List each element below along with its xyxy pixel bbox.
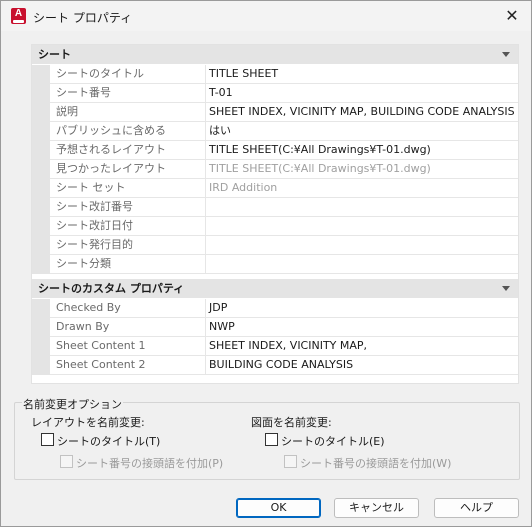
property-name: 見つかったレイアウト bbox=[50, 160, 206, 178]
property-value[interactable]: SHEET INDEX, VICINITY MAP, BUILDING CODE… bbox=[207, 103, 517, 121]
property-value[interactable] bbox=[207, 236, 517, 254]
property-row[interactable]: シート分類 bbox=[32, 255, 518, 274]
property-value[interactable]: TITLE SHEET(C:¥All Drawings¥T-01.dwg) bbox=[207, 160, 517, 178]
row-gutter bbox=[32, 122, 50, 141]
row-gutter bbox=[32, 198, 50, 217]
property-name: シート番号 bbox=[50, 84, 206, 102]
row-gutter bbox=[32, 160, 50, 179]
property-name: Sheet Content 2 bbox=[50, 356, 206, 374]
property-row[interactable]: 見つかったレイアウト TITLE SHEET(C:¥All Drawings¥T-… bbox=[32, 160, 518, 179]
property-name: シート セット bbox=[50, 179, 206, 197]
property-name: 説明 bbox=[50, 103, 206, 121]
property-value[interactable]: T-01 bbox=[207, 84, 517, 102]
layout-title-checkbox[interactable] bbox=[41, 433, 54, 446]
row-gutter bbox=[32, 236, 50, 255]
title-bar: A シート プロパティ ✕ bbox=[1, 1, 531, 31]
row-gutter bbox=[32, 217, 50, 236]
property-value[interactable]: IRD Addition bbox=[207, 179, 517, 197]
property-name: Checked By bbox=[50, 299, 206, 317]
drawing-prefix-checkbox-label[interactable]: シート番号の接頭語を付加(W) bbox=[300, 455, 451, 471]
property-value[interactable]: TITLE SHEET bbox=[207, 65, 517, 83]
property-value[interactable]: TITLE SHEET(C:¥All Drawings¥T-01.dwg) bbox=[207, 141, 517, 159]
ok-button[interactable]: OK bbox=[236, 498, 321, 518]
row-gutter bbox=[32, 103, 50, 122]
property-name: 予想されるレイアウト bbox=[50, 141, 206, 159]
layout-prefix-checkbox[interactable] bbox=[60, 455, 73, 468]
layout-prefix-checkbox-label[interactable]: シート番号の接頭語を付加(P) bbox=[76, 455, 223, 471]
property-value[interactable] bbox=[207, 198, 517, 216]
property-name: シートのタイトル bbox=[50, 65, 206, 83]
property-row[interactable]: 予想されるレイアウト TITLE SHEET(C:¥All Drawings¥T-… bbox=[32, 141, 518, 160]
drawing-prefix-checkbox[interactable] bbox=[284, 455, 297, 468]
row-gutter bbox=[32, 337, 50, 356]
row-gutter bbox=[32, 299, 50, 318]
property-value[interactable]: SHEET INDEX, VICINITY MAP, bbox=[207, 337, 517, 355]
property-value[interactable]: JDP bbox=[207, 299, 517, 317]
property-value[interactable]: はい bbox=[207, 122, 517, 140]
property-name: シート改訂日付 bbox=[50, 217, 206, 235]
property-row[interactable]: シート セット IRD Addition bbox=[32, 179, 518, 198]
property-row[interactable]: シート番号 T-01 bbox=[32, 84, 518, 103]
property-value[interactable] bbox=[207, 217, 517, 235]
cancel-button[interactable]: キャンセル bbox=[334, 498, 419, 518]
property-grid: シート シートのタイトル TITLE SHEET シート番号 T-01 説明 SHEET I… bbox=[31, 44, 519, 384]
drawing-title-checkbox[interactable] bbox=[265, 433, 278, 446]
layout-title-checkbox-label[interactable]: シートのタイトル(T) bbox=[57, 433, 160, 449]
row-gutter bbox=[32, 255, 50, 274]
property-row[interactable]: 説明 SHEET INDEX, VICINITY MAP, BUILDING CO… bbox=[32, 103, 518, 122]
property-name: シート分類 bbox=[50, 255, 206, 273]
rename-options-legend: 名前変更オプション bbox=[22, 396, 123, 412]
property-row[interactable]: シート改訂日付 bbox=[32, 217, 518, 236]
row-gutter bbox=[32, 356, 50, 375]
row-gutter bbox=[32, 318, 50, 337]
category-header[interactable]: シート bbox=[32, 45, 518, 64]
drawing-title-checkbox-label[interactable]: シートのタイトル(E) bbox=[281, 433, 385, 449]
layout-rename-heading: レイアウトを名前変更: bbox=[31, 416, 145, 429]
help-button[interactable]: ヘルプ bbox=[434, 498, 519, 518]
property-value[interactable] bbox=[207, 255, 517, 273]
row-gutter bbox=[32, 65, 50, 84]
autocad-a-icon: A bbox=[11, 8, 26, 24]
collapse-triangle-icon[interactable] bbox=[502, 286, 510, 291]
close-icon[interactable]: ✕ bbox=[501, 5, 523, 27]
property-row[interactable]: Sheet Content 1 SHEET INDEX, VICINITY MAP… bbox=[32, 337, 518, 356]
sheet-properties-dialog: A シート プロパティ ✕ シート シートのタイトル TITLE SHEET シート番… bbox=[0, 0, 532, 527]
property-name: パブリッシュに含める bbox=[50, 122, 206, 140]
property-row[interactable]: シートのタイトル TITLE SHEET bbox=[32, 65, 518, 84]
property-value[interactable]: BUILDING CODE ANALYSIS bbox=[207, 356, 517, 374]
property-row[interactable]: Sheet Content 2 BUILDING CODE ANALYSIS bbox=[32, 356, 518, 375]
property-name: Drawn By bbox=[50, 318, 206, 336]
property-row[interactable]: パブリッシュに含める はい bbox=[32, 122, 518, 141]
property-value[interactable]: NWP bbox=[207, 318, 517, 336]
row-gutter bbox=[32, 141, 50, 160]
property-row[interactable]: Drawn By NWP bbox=[32, 318, 518, 337]
drawing-rename-heading: 図面を名前変更: bbox=[251, 416, 332, 429]
collapse-triangle-icon[interactable] bbox=[502, 52, 510, 57]
row-gutter bbox=[32, 84, 50, 103]
property-name: Sheet Content 1 bbox=[50, 337, 206, 355]
dialog-title: シート プロパティ bbox=[33, 11, 133, 25]
property-row[interactable]: シート発行目的 bbox=[32, 236, 518, 255]
property-row[interactable]: シート改訂番号 bbox=[32, 198, 518, 217]
category-header[interactable]: シートのカスタム プロパティ bbox=[32, 279, 518, 298]
property-name: シート発行目的 bbox=[50, 236, 206, 254]
property-name: シート改訂番号 bbox=[50, 198, 206, 216]
property-row[interactable]: Checked By JDP bbox=[32, 299, 518, 318]
row-gutter bbox=[32, 179, 50, 198]
